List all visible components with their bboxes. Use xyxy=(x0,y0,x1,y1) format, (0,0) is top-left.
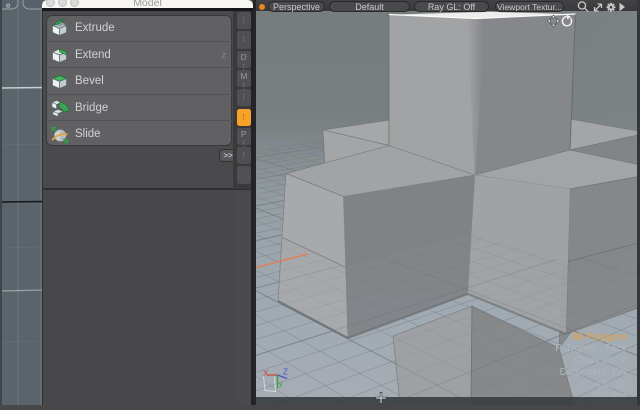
svg-text:e: e xyxy=(6,1,11,10)
svg-text:y: y xyxy=(279,381,283,388)
svg-text:X: X xyxy=(263,369,269,378)
svg-text:Z: Z xyxy=(283,368,288,377)
